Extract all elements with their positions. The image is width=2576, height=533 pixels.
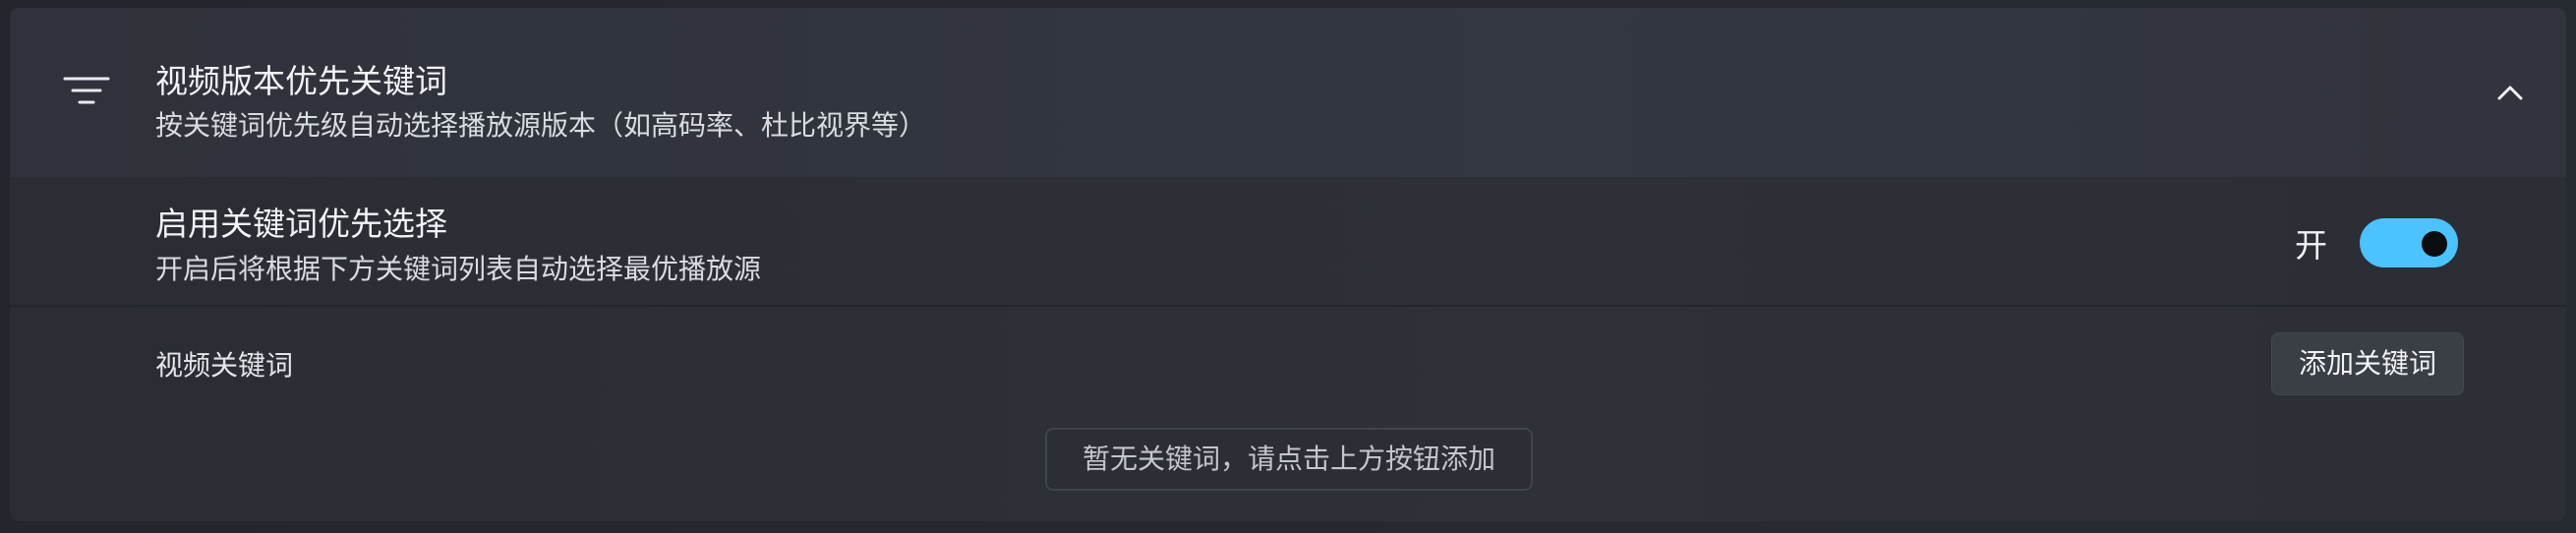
keyword-priority-toggle-row: 启用关键词优先选择 开启后将根据下方关键词列表自动选择最优播放源 开 bbox=[10, 177, 2566, 307]
toggle-state-label: 开 bbox=[2295, 226, 2327, 265]
toggle-title: 启用关键词优先选择 bbox=[155, 205, 447, 243]
filter-icon bbox=[57, 65, 116, 116]
toggle-description: 开启后将根据下方关键词列表自动选择最优播放源 bbox=[155, 253, 762, 285]
switch-knob bbox=[2422, 231, 2447, 257]
chevron-up-icon bbox=[2495, 83, 2525, 106]
keyword-priority-card: 视频版本优先关键词 按关键词优先级自动选择播放源版本（如高码率、杜比视界等） 启… bbox=[10, 8, 2566, 521]
card-header[interactable]: 视频版本优先关键词 按关键词优先级自动选择播放源版本（如高码率、杜比视界等） bbox=[10, 8, 2566, 177]
keyword-priority-switch[interactable] bbox=[2360, 218, 2458, 267]
section-title: 视频版本优先关键词 bbox=[155, 62, 447, 100]
video-keywords-label: 视频关键词 bbox=[155, 349, 294, 382]
collapse-button[interactable] bbox=[2483, 67, 2538, 122]
settings-panel: 视频版本优先关键词 按关键词优先级自动选择播放源版本（如高码率、杜比视界等） 启… bbox=[0, 0, 2576, 533]
section-subtitle: 按关键词优先级自动选择播放源版本（如高码率、杜比视界等） bbox=[155, 109, 927, 142]
add-keyword-button[interactable]: 添加关键词 bbox=[2271, 332, 2464, 395]
empty-keywords-hint: 暂无关键词，请点击上方按钮添加 bbox=[1045, 428, 1533, 491]
video-keywords-section: 视频关键词 添加关键词 暂无关键词，请点击上方按钮添加 bbox=[10, 307, 2566, 521]
